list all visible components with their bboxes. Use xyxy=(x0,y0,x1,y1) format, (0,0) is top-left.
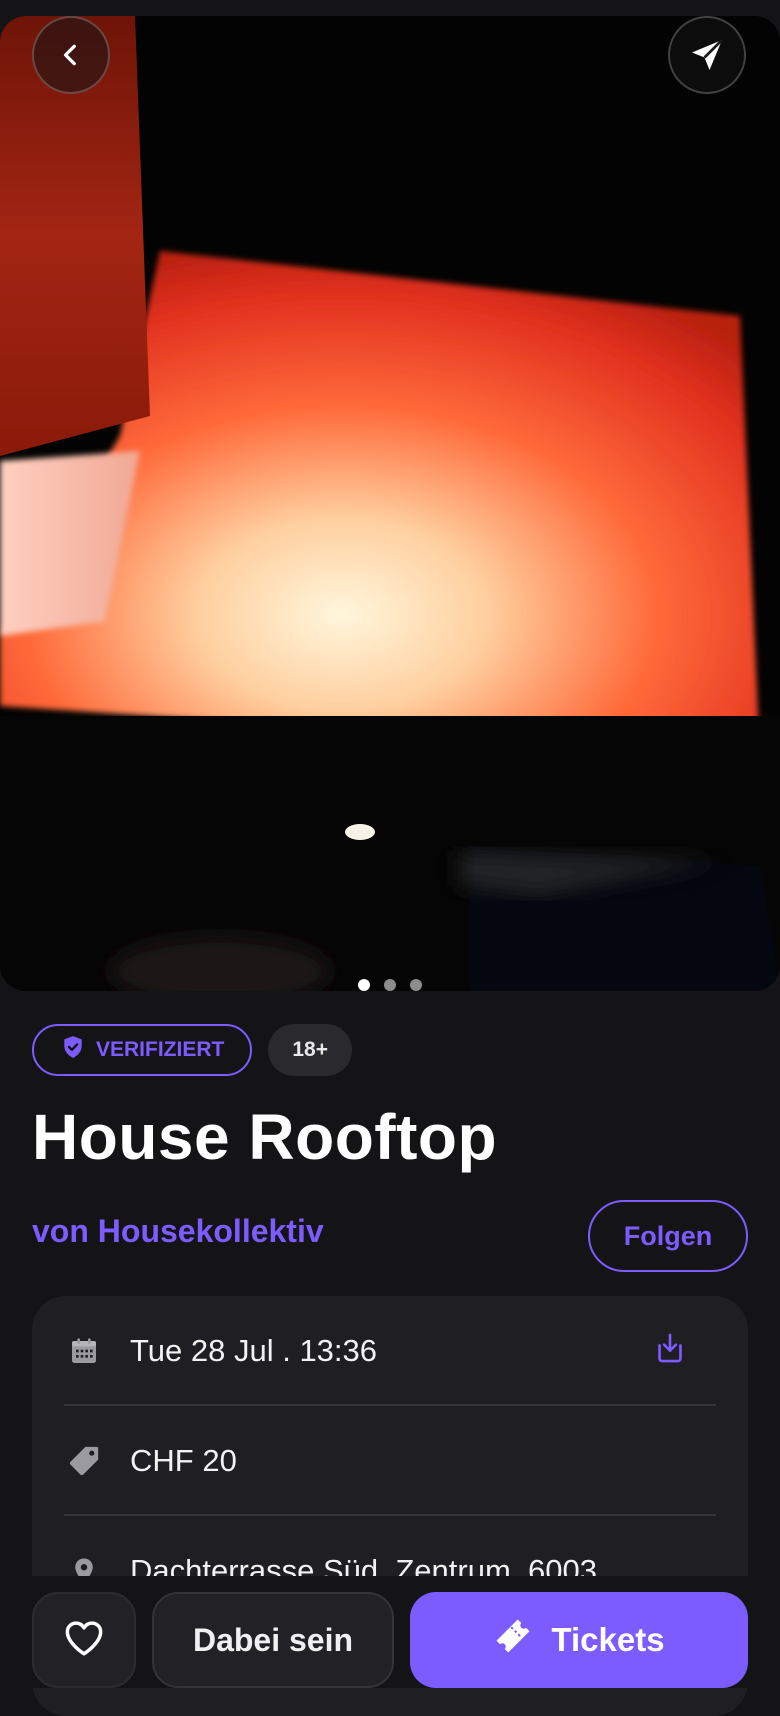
carousel-dot[interactable] xyxy=(410,979,422,991)
event-date: Tue 28 Jul . 13:36 xyxy=(130,1333,378,1368)
back-button[interactable] xyxy=(32,16,110,94)
calendar-icon xyxy=(64,1331,104,1371)
date-row[interactable]: Tue 28 Jul . 13:36 xyxy=(64,1296,716,1406)
follow-button[interactable]: Folgen xyxy=(588,1200,748,1272)
age-label: 18+ xyxy=(292,1038,328,1061)
price-row: CHF 20 xyxy=(64,1406,716,1516)
send-icon xyxy=(687,35,727,75)
share-button[interactable] xyxy=(668,16,746,94)
download-calendar-icon[interactable] xyxy=(654,1331,686,1370)
chevron-left-icon xyxy=(58,42,84,68)
favorite-button[interactable] xyxy=(32,1592,136,1688)
event-price: CHF 20 xyxy=(130,1443,237,1478)
badge-row: VERIFIZIERT 18+ xyxy=(32,1024,352,1076)
heart-icon xyxy=(63,1618,105,1663)
tickets-button[interactable]: Tickets xyxy=(410,1592,748,1688)
carousel-dot[interactable] xyxy=(384,979,396,991)
hero-photo xyxy=(0,16,780,991)
organizer-link[interactable]: von Housekollektiv xyxy=(32,1213,324,1250)
event-title: House Rooftop xyxy=(32,1101,498,1173)
verified-badge: VERIFIZIERT xyxy=(32,1024,253,1076)
event-hero-image[interactable] xyxy=(0,16,780,991)
bottom-action-bar: Dabei sein Tickets xyxy=(0,1576,780,1688)
tickets-label: Tickets xyxy=(551,1621,665,1658)
carousel-indicator xyxy=(0,979,780,991)
shield-check-icon xyxy=(60,1034,86,1066)
join-button[interactable]: Dabei sein xyxy=(152,1592,394,1688)
price-tag-icon xyxy=(64,1441,104,1481)
ticket-icon xyxy=(493,1616,533,1664)
carousel-dot[interactable] xyxy=(358,979,370,991)
age-restriction-badge: 18+ xyxy=(268,1024,352,1076)
verified-label: VERIFIZIERT xyxy=(96,1038,225,1061)
